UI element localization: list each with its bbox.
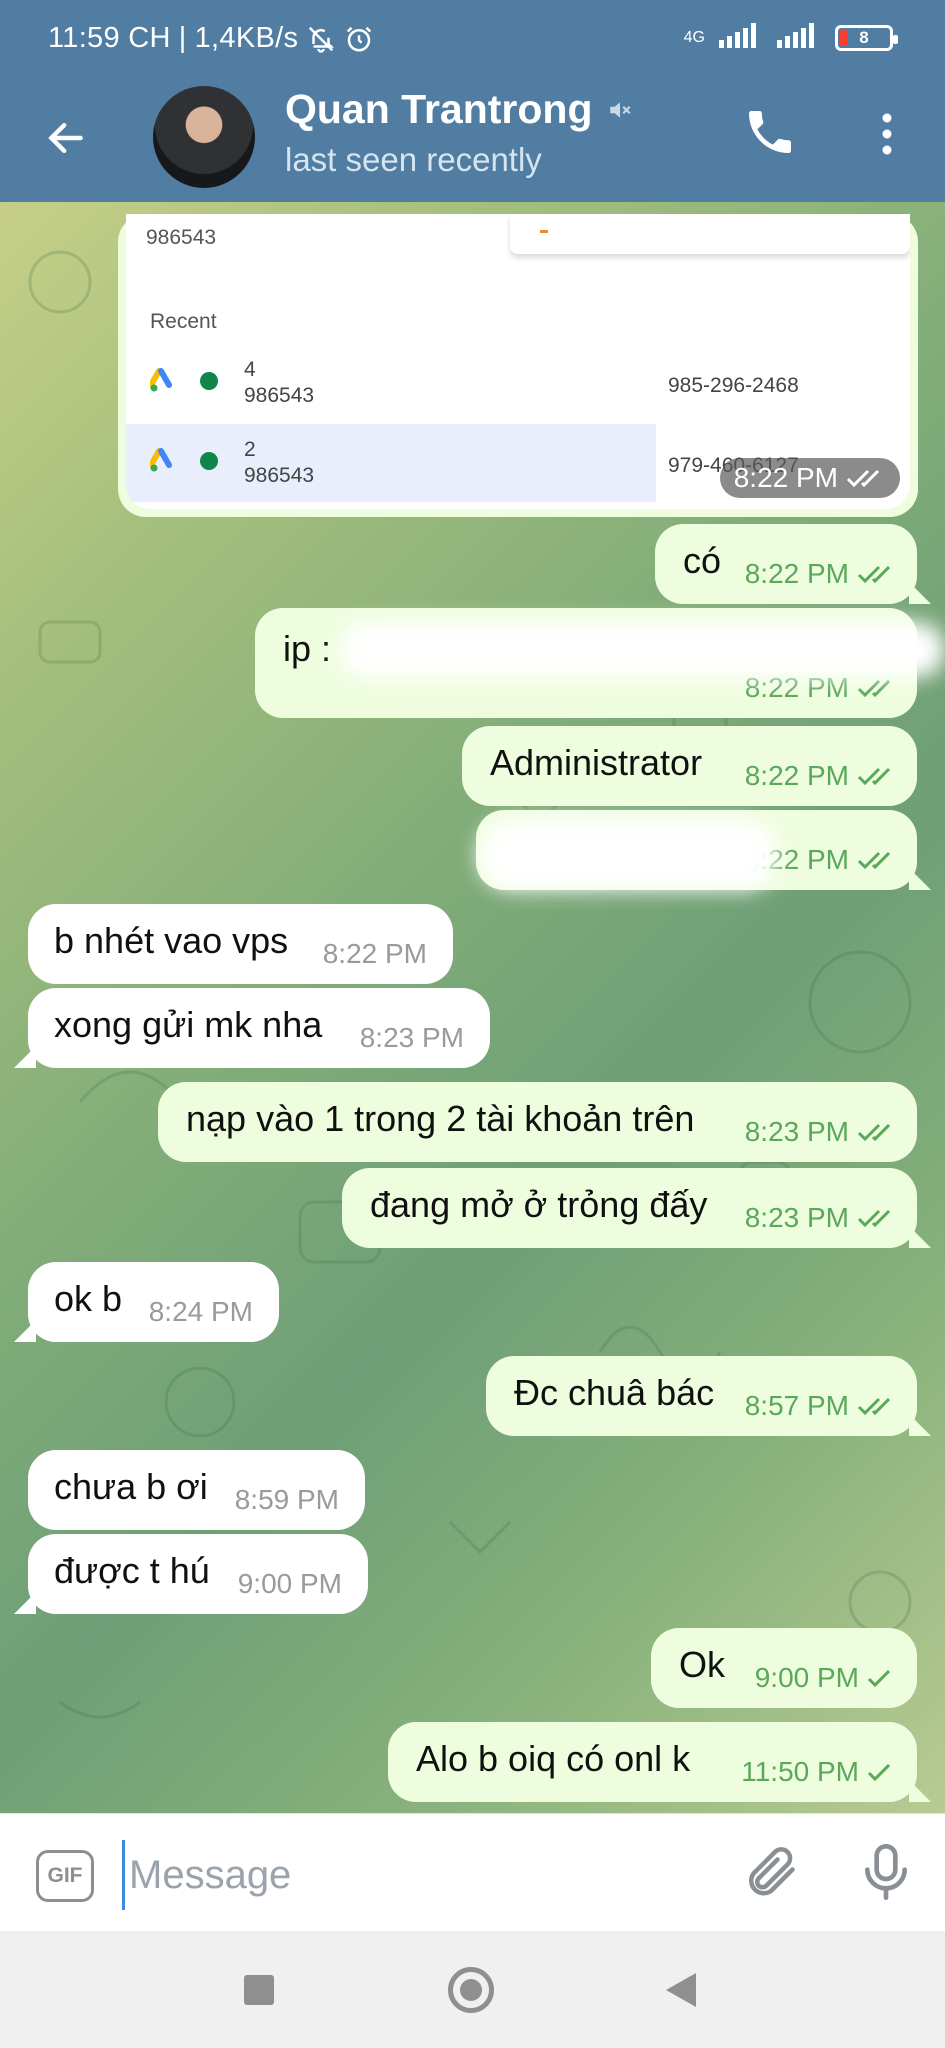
double-check-icon: [857, 1397, 891, 1416]
microphone-icon[interactable]: [858, 1840, 918, 1906]
signal-icon: [719, 22, 763, 53]
message-outgoing[interactable]: Ok 9:00 PM: [651, 1628, 917, 1708]
google-ads-icon: [148, 368, 176, 394]
message-outgoing[interactable]: có 8:22 PM: [655, 524, 931, 604]
paperclip-icon[interactable]: [740, 1842, 804, 1906]
check-icon: [867, 1669, 891, 1688]
message-outgoing[interactable]: nạp vào 1 trong 2 tài khoản trên 8:23 PM: [158, 1082, 917, 1162]
battery-icon: 8: [835, 24, 898, 51]
chat-header: 11:59 CH | 1,4KB/s 4G 8 Quan Trantrong l…: [0, 0, 945, 202]
double-check-icon: [857, 851, 891, 870]
more-vertical-icon[interactable]: [872, 104, 902, 164]
message-meta: 8:22 PM: [745, 760, 897, 792]
image-timestamp: 8:22 PM: [719, 458, 900, 498]
redacted-area: [478, 820, 778, 890]
redacted-area: [340, 622, 945, 678]
message-composer: GIF: [0, 1813, 945, 1931]
muted-bell-icon: [306, 24, 336, 54]
status-dot: [200, 452, 218, 470]
arrow-left-icon[interactable]: [36, 108, 96, 168]
avatar[interactable]: [153, 86, 255, 188]
check-icon: [867, 1763, 891, 1782]
status-dot: [200, 372, 218, 390]
contact-name: Quan Trantrong: [285, 86, 593, 132]
back-triangle-icon[interactable]: [666, 1973, 696, 2007]
gif-button[interactable]: GIF: [36, 1850, 94, 1902]
message-incoming[interactable]: xong gửi mk nha 8:23 PM: [14, 988, 490, 1068]
battery-level: 8: [859, 27, 869, 47]
chat-area[interactable]: 986543 Recent 4 986543 985-296-2468 2 98…: [0, 202, 945, 1813]
message-meta: 8:57 PM: [745, 1390, 897, 1422]
network-label: 4G: [683, 28, 705, 46]
message-time: 8:59 PM: [234, 1484, 339, 1515]
double-check-icon: [857, 1123, 891, 1142]
status-speed: 1,4KB/s: [194, 22, 299, 54]
message-outgoing[interactable]: Alo b oiq có onl k 11:50 PM: [388, 1722, 931, 1802]
message-outgoing[interactable]: Administrator 8:22 PM: [462, 726, 917, 806]
message-outgoing[interactable]: Đc chuâ bác 8:57 PM: [486, 1356, 931, 1436]
chat-title[interactable]: Quan Trantrong: [285, 86, 633, 133]
signal-icon-2: [777, 22, 821, 53]
muted-speaker-icon: [607, 86, 633, 133]
double-check-icon: [857, 767, 891, 786]
double-check-icon: [857, 1209, 891, 1228]
status-bar-right: 4G 8: [683, 22, 898, 53]
phone-icon[interactable]: [742, 104, 802, 164]
screenshot-recent-label: Recent: [150, 310, 217, 333]
message-meta: 9:00 PM: [755, 1662, 897, 1694]
google-ads-icon: [148, 448, 176, 474]
recents-icon[interactable]: [244, 1975, 274, 2005]
message-time: 9:00 PM: [237, 1568, 342, 1599]
message-incoming[interactable]: ok b 8:24 PM: [14, 1262, 279, 1342]
screenshot-row-selected: 2 986543: [126, 424, 656, 502]
home-icon[interactable]: [448, 1967, 494, 2013]
message-incoming[interactable]: b nhét vao vps 8:22 PM: [28, 904, 453, 984]
message-meta: 11:50 PM: [741, 1756, 897, 1788]
alarm-icon: [344, 24, 374, 54]
status-time: 11:59 CH: [48, 22, 171, 54]
screenshot-top-number: 986543: [146, 226, 217, 249]
message-meta: 8:22 PM: [745, 558, 897, 590]
double-check-icon: [857, 679, 891, 698]
screenshot-row: 4 986543 985-296-2468: [126, 344, 910, 422]
message-time: 8:24 PM: [148, 1296, 253, 1327]
image-message[interactable]: 986543 Recent 4 986543 985-296-2468 2 98…: [118, 214, 918, 517]
message-time: 8:22 PM: [322, 938, 427, 969]
screenshot-card: [510, 214, 910, 254]
message-incoming[interactable]: chưa b ơi 8:59 PM: [28, 1450, 365, 1530]
status-bar-left: 11:59 CH | 1,4KB/s: [48, 22, 374, 55]
message-meta: 8:23 PM: [745, 1202, 897, 1234]
double-check-icon: [857, 565, 891, 584]
system-nav-bar: [0, 1931, 945, 2048]
message-meta: 8:23 PM: [745, 1116, 897, 1148]
message-input[interactable]: [122, 1840, 722, 1910]
message-outgoing[interactable]: đang mở ở trỏng đấy 8:23 PM: [342, 1168, 931, 1248]
message-time: 8:23 PM: [359, 1022, 464, 1053]
last-seen-status: last seen recently: [285, 141, 542, 178]
message-incoming[interactable]: được t hú 9:00 PM: [14, 1534, 368, 1614]
